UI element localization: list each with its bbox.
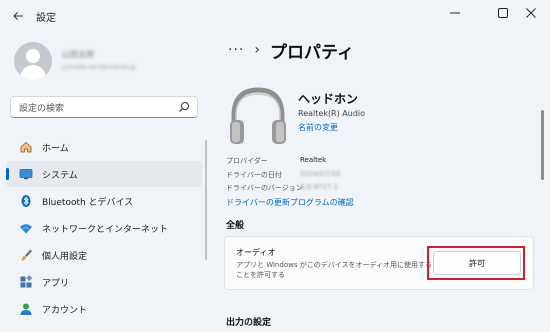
sidebar-scrollbar[interactable] — [205, 140, 207, 260]
sidebar-item-personalization[interactable]: 個人用設定 — [6, 242, 202, 268]
monitor-icon — [18, 166, 34, 182]
back-button[interactable] — [8, 6, 28, 26]
sidebar-item-label: アプリ — [42, 279, 70, 289]
user-email: yamada.taro@outlook.jp — [62, 64, 136, 71]
sidebar-item-network[interactable]: ネットワークとインターネット — [6, 215, 202, 241]
sidebar-item-label: ホーム — [42, 144, 69, 154]
app-title: 設定 — [36, 13, 56, 24]
rename-link[interactable]: 名前の変更 — [298, 122, 338, 133]
avatar[interactable] — [14, 42, 52, 80]
sidebar-item-label: アカウント — [42, 306, 88, 316]
selection-indicator — [6, 168, 9, 180]
sidebar-item-apps[interactable]: アプリ — [6, 269, 202, 295]
device-vendor: Realtek(R) Audio — [298, 109, 366, 118]
wifi-icon — [18, 220, 34, 236]
property-value: 6.0.9717.1 — [300, 183, 338, 191]
property-row-driver-version: ドライバーのバージョン 6.0.9717.1 — [226, 183, 466, 194]
sidebar-item-bluetooth[interactable]: Bluetooth とデバイス — [6, 188, 202, 214]
headphones-icon — [230, 87, 286, 144]
breadcrumb: ··· › プロパティ — [228, 38, 354, 63]
arrow-left-icon — [13, 12, 23, 20]
close-icon — [526, 8, 536, 18]
apps-icon — [18, 274, 34, 290]
property-label: プロバイダー — [226, 157, 268, 165]
property-label: ドライバーの日付 — [226, 171, 282, 179]
settings-window: 設定 山田太郎 yamada.taro@outlook.jp 設定の検索 ホーム — [0, 0, 550, 332]
sidebar-item-home[interactable]: ホーム — [6, 134, 202, 160]
main-scrollbar[interactable] — [541, 110, 544, 180]
account-icon — [18, 301, 34, 317]
avatar-head — [26, 49, 40, 63]
search-icon[interactable] — [178, 101, 190, 113]
audio-card-title: オーディオ — [236, 248, 276, 257]
home-icon — [18, 139, 34, 155]
driver-update-link[interactable]: ドライバーの更新プログラムの確認 — [226, 197, 354, 208]
maximize-icon — [498, 8, 508, 18]
close-button[interactable] — [512, 0, 550, 26]
sidebar-item-label: システム — [42, 171, 78, 181]
search-placeholder: 設定の検索 — [19, 104, 65, 114]
search-input[interactable]: 設定の検索 — [10, 96, 198, 118]
section-heading-general: 全般 — [226, 221, 245, 231]
page-title: プロパティ — [269, 42, 354, 63]
device-name: ヘッドホン — [298, 92, 359, 106]
minimize-icon — [450, 12, 460, 14]
title-bar: 設定 — [0, 0, 550, 32]
section-heading-output: 出力の設定 — [226, 318, 272, 328]
sidebar-item-accounts[interactable]: アカウント — [6, 296, 202, 322]
brush-icon — [18, 247, 34, 263]
sidebar-item-label: 個人用設定 — [42, 252, 88, 262]
property-row-driver-date: ドライバーの日付 2024/07/10 — [226, 170, 466, 181]
property-label: ドライバーのバージョン — [226, 184, 303, 192]
property-value: Realtek — [300, 156, 327, 164]
sidebar-item-system[interactable]: システム — [6, 161, 202, 187]
minimize-button[interactable] — [436, 0, 474, 26]
sidebar-item-label: Bluetooth とデバイス — [42, 198, 134, 208]
user-name: 山田太郎 — [62, 50, 94, 59]
property-row-provider: プロバイダー Realtek — [226, 156, 466, 167]
highlight-box — [427, 246, 525, 280]
property-value: 2024/07/10 — [300, 170, 341, 178]
avatar-body — [20, 65, 46, 80]
sidebar-item-label: ネットワークとインターネット — [42, 225, 169, 235]
audio-card-description: アプリと Windows がこのデバイスをオーディオ用に使用することを許可する — [236, 261, 432, 279]
bluetooth-icon — [18, 193, 34, 209]
breadcrumb-separator: › — [254, 42, 260, 58]
breadcrumb-more-button[interactable]: ··· — [228, 42, 244, 58]
